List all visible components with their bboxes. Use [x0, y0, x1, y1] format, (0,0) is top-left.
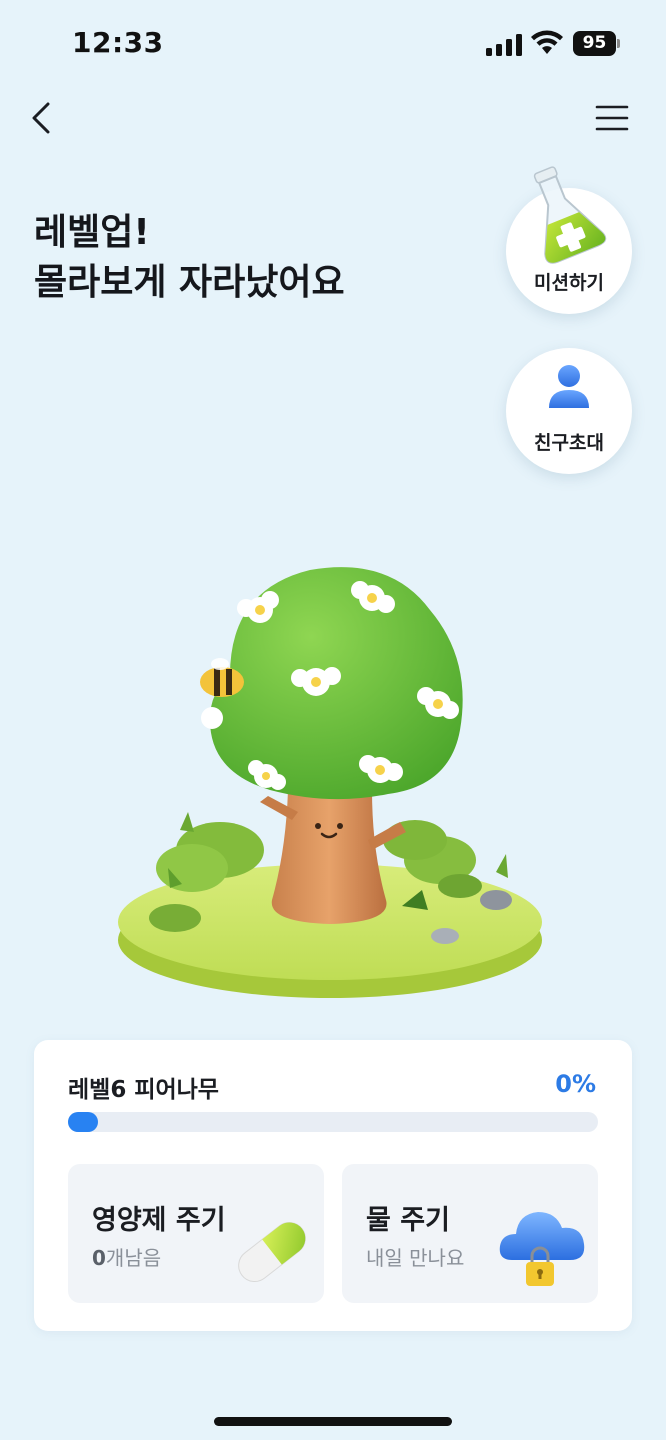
nutrient-count: 0: [92, 1246, 106, 1270]
growth-card: 레벨6 피어나무 0% 영양제 주기 0개남음 물 주기 내일 만나요: [34, 1040, 632, 1331]
menu-button[interactable]: [592, 100, 632, 136]
status-bar: 12:33 95: [0, 0, 666, 90]
pill-capsule-icon: [238, 1221, 306, 1283]
chevron-left-icon: [32, 102, 50, 134]
growth-progress-bar: [68, 1112, 598, 1132]
nutrient-remaining: 0개남음: [92, 1242, 161, 1271]
battery-level: 95: [573, 31, 616, 56]
cloud-lock-icon: [499, 1212, 585, 1286]
home-indicator: [214, 1417, 452, 1426]
tree-illustration: [118, 567, 542, 998]
nutrient-suffix: 개남음: [105, 1246, 162, 1270]
battery-icon: 95: [573, 31, 621, 56]
flask-icon: [533, 166, 607, 264]
page-title: 레벨업! 몰라보게 자라났어요: [34, 208, 345, 308]
status-time: 12:33: [72, 26, 164, 59]
give-water-button[interactable]: 물 주기 내일 만나요: [342, 1164, 598, 1303]
hamburger-menu-icon: [595, 105, 629, 131]
title-line-2: 몰라보게 자라났어요: [34, 262, 345, 303]
level-percent: 0%: [555, 1070, 596, 1098]
nutrient-title: 영양제 주기: [92, 1205, 226, 1236]
mission-label: 미션하기: [534, 272, 604, 294]
progress-fill: [68, 1112, 98, 1132]
person-icon: [549, 365, 589, 408]
water-title: 물 주기: [366, 1205, 450, 1236]
cellular-signal-icon: [486, 34, 522, 56]
wifi-icon: [531, 30, 563, 54]
mission-button[interactable]: 미션하기: [506, 166, 632, 314]
title-line-1: 레벨업!: [34, 212, 150, 253]
invite-friend-button[interactable]: 친구초대: [506, 348, 632, 474]
give-nutrient-button[interactable]: 영양제 주기 0개남음: [68, 1164, 324, 1303]
water-subtitle: 내일 만나요: [366, 1246, 465, 1270]
invite-label: 친구초대: [534, 432, 604, 454]
level-label: 레벨6 피어나무: [68, 1077, 219, 1103]
back-button[interactable]: [22, 96, 62, 140]
